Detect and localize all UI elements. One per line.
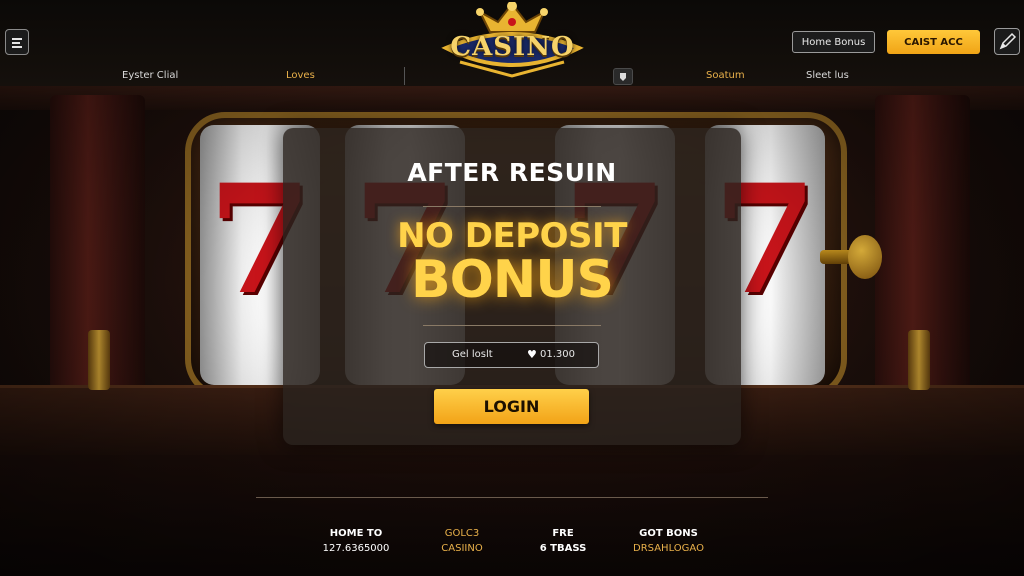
top-navigation: Eyster Clial Loves Soatum Sleet lus (0, 62, 1024, 86)
promo-heading: AFTER RESUIN (407, 158, 617, 187)
promo-card: AFTER RESUIN NO DEPOSIT BONUS Gel loslt … (283, 128, 741, 445)
divider (423, 325, 601, 326)
footer-divider (256, 497, 768, 498)
balance-field-value: 01.300 (540, 349, 575, 360)
nav-chip-button[interactable] (613, 68, 633, 85)
bonus-balance-field[interactable]: Gel loslt ♥ 01.300 (424, 342, 599, 368)
footer-column[interactable]: FRE 6 TBASS (523, 526, 603, 556)
balance-field-label: Gel loslt (452, 349, 493, 360)
nav-item[interactable]: Soatum (706, 70, 745, 81)
divider (423, 206, 601, 207)
nav-item[interactable]: Sleet lus (806, 70, 849, 81)
nav-divider (404, 67, 405, 85)
footer-column[interactable]: GOT BONS DRSAHLOGAO (626, 526, 711, 556)
footer-column-subtitle: CASIINO (441, 543, 483, 554)
home-bonus-button[interactable]: Home Bonus (792, 31, 875, 53)
create-account-button[interactable]: CAIST ACC (887, 30, 980, 54)
heart-icon: ♥ (527, 348, 537, 361)
footer-column[interactable]: HOME TO 127.6365000 (316, 526, 396, 556)
chip-icon (620, 73, 626, 81)
pencil-icon (999, 32, 1017, 50)
logo-wordmark: CASINO (450, 32, 575, 62)
footer-column-title: HOME TO (329, 528, 383, 539)
footer-column-subtitle: 6 TBASS (539, 543, 587, 554)
casino-landing-page: 7 7 7 7 CASINO (0, 0, 1024, 576)
login-button[interactable]: LOGIN (434, 389, 589, 424)
footer-column-subtitle: 127.6365000 (322, 543, 390, 554)
footer-column[interactable]: GOLC3 CASIINO (422, 526, 502, 556)
footer-column-subtitle: DRSAHLOGAO (633, 543, 704, 554)
site-header: CASINO Home Bonus CAIST ACC Eyster Clial… (0, 0, 1024, 86)
footer-column-title: GOLC3 (444, 528, 480, 539)
footer-column-title: GOT BONS (639, 528, 698, 539)
nav-item[interactable]: Eyster Clial (122, 70, 178, 81)
edit-button[interactable] (994, 28, 1020, 55)
menu-button[interactable] (5, 29, 29, 55)
bonus-title-line2: BONUS (410, 250, 614, 310)
footer-column-title: FRE (552, 528, 574, 539)
nav-item[interactable]: Loves (286, 70, 315, 81)
